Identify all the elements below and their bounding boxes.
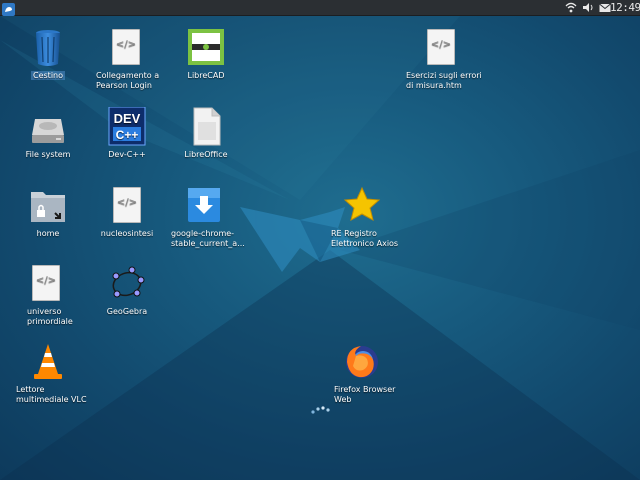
icon-label: File system [25,150,71,159]
trash-icon [29,28,67,68]
desktop-icon-google-chrome-package[interactable]: google-chrome-stable_current_a... [171,186,251,249]
geogebra-icon [108,264,146,304]
home-folder-icon [29,186,67,226]
icon-label: LibreCAD [187,71,225,80]
desktop-icon-esercizi[interactable]: </> Esercizi sugli errori di misura.htm [406,28,486,91]
icon-label: Lettore multimediale VLC [16,385,87,404]
svg-text:DEV: DEV [114,111,141,126]
svg-text:C++: C++ [116,128,139,142]
drive-icon [29,107,67,147]
libreoffice-icon [187,107,225,147]
whisker-menu-icon[interactable] [2,1,15,16]
top-panel: 12:49 [0,0,640,16]
icon-label: Cestino [31,71,65,80]
desktop-icon-pearson-login[interactable]: </> Collegamento a Pearson Login [96,28,166,91]
devcpp-icon: DEV C++ [108,106,146,147]
desktop-icon-libreoffice[interactable]: LibreOffice [164,107,248,160]
desktop-icon-librecad[interactable]: LibreCAD [164,28,248,81]
wifi-icon[interactable] [564,0,578,15]
icon-label: home [36,229,60,238]
desktop-icon-universo-primordiale[interactable]: </> universo primordiale [27,264,89,327]
html-file-icon: </> [422,28,460,68]
desktop-icon-devcpp[interactable]: DEV C++ Dev-C++ [85,106,169,160]
html-file-icon: </> [27,264,65,304]
loading-spinner-icon [311,406,330,414]
star-icon [343,186,381,226]
vlc-icon [29,342,67,382]
desktop-icon-registro-axios[interactable]: RE Registro Elettronico Axios [331,186,411,249]
html-file-icon: </> [108,186,146,226]
librecad-icon [187,28,225,68]
icon-label: Collegamento a Pearson Login [96,71,160,90]
desktop-icon-file-system[interactable]: File system [6,107,90,160]
icon-label: nucleosintesi [100,229,154,238]
icon-label: google-chrome-stable_current_a... [171,229,245,248]
icon-label: LibreOffice [184,150,228,159]
firefox-icon [343,342,381,382]
icon-label: Esercizi sugli errori di misura.htm [406,71,482,90]
desktop-icon-vlc[interactable]: Lettore multimediale VLC [16,342,96,405]
icon-label: RE Registro Elettronico Axios [331,229,399,248]
desktop-icon-firefox[interactable]: Firefox Browser Web [334,342,404,405]
clock[interactable]: 12:49 [610,1,640,14]
icon-label: Firefox Browser Web [334,385,396,404]
desktop-icon-home[interactable]: home [6,186,90,239]
icon-label: universo primordiale [27,307,73,326]
html-file-icon: </> [107,28,145,68]
download-package-icon [185,186,223,226]
icon-label: GeoGebra [106,307,148,316]
desktop-icon-trash[interactable]: Cestino [6,28,90,81]
volume-icon[interactable] [581,0,595,15]
icon-label: Dev-C++ [108,150,146,159]
desktop-icon-nucleosintesi[interactable]: </> nucleosintesi [85,186,169,239]
desktop-icon-geogebra[interactable]: GeoGebra [85,264,169,317]
